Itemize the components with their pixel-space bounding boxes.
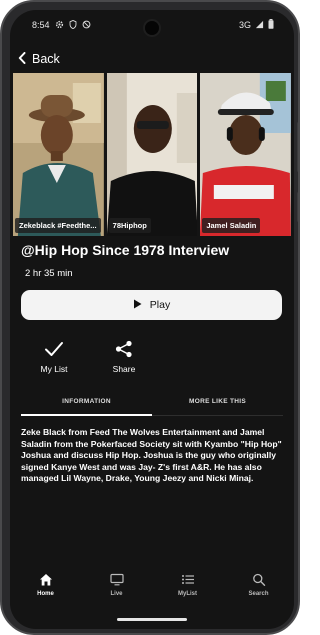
- my-list-label: My List: [40, 364, 68, 374]
- tv-icon: [109, 573, 124, 588]
- guest-portrait-image: [200, 73, 292, 236]
- checkmark-icon: [44, 340, 64, 360]
- nav-search[interactable]: Search: [234, 573, 284, 597]
- hero-video[interactable]: Zekeblack #Feedthe... 78Hiphop Jamel Sal…: [13, 73, 292, 236]
- guest-portrait-image: [13, 73, 104, 236]
- shield-icon: [69, 19, 77, 31]
- screen: 8:54 3G Back Zekeblack #Feedthe... 78Hip…: [10, 10, 294, 629]
- battery-icon: [268, 19, 274, 31]
- host-portrait-image: [106, 73, 198, 236]
- network-type: 3G: [238, 20, 251, 30]
- volume-button: [297, 122, 298, 172]
- my-list-button[interactable]: My List: [34, 340, 74, 374]
- show-title: @Hip Hop Since 1978 Interview: [21, 242, 230, 258]
- block-icon: [82, 20, 91, 31]
- back-label: Back: [32, 52, 60, 66]
- back-button[interactable]: Back: [18, 51, 60, 67]
- chevron-left-icon: [18, 51, 26, 67]
- front-camera: [143, 19, 161, 37]
- show-description: Zeke Black from Feed The Wolves Entertai…: [21, 427, 282, 484]
- bottom-nav: Home Live MyList Search: [10, 565, 294, 605]
- phone-frame: 8:54 3G Back Zekeblack #Feedthe... 78Hip…: [0, 0, 300, 635]
- hero-panel-jamel: Jamel Saladin: [200, 73, 292, 236]
- nav-home-label: Home: [37, 591, 54, 597]
- top-bar: Back: [10, 46, 294, 72]
- tab-more-like-this[interactable]: MORE LIKE THIS: [152, 388, 283, 415]
- hero-panel-78hiphop: 78Hiphop: [106, 73, 198, 236]
- panel-label: 78Hiphop: [108, 218, 151, 233]
- share-button[interactable]: Share: [104, 340, 144, 374]
- signal-icon: [255, 20, 264, 31]
- play-button[interactable]: Play: [21, 290, 282, 320]
- play-label: Play: [149, 299, 171, 311]
- gear-icon: [55, 20, 64, 31]
- play-icon: [133, 299, 142, 312]
- status-time: 8:54: [32, 20, 50, 30]
- list-icon: [181, 573, 195, 588]
- share-icon: [114, 340, 134, 360]
- home-indicator[interactable]: [117, 618, 187, 621]
- show-duration: 2 hr 35 min: [25, 268, 73, 279]
- home-icon: [39, 573, 53, 588]
- panel-label: Jamel Saladin: [202, 218, 261, 233]
- action-row: My List Share: [34, 340, 144, 374]
- nav-live[interactable]: Live: [92, 573, 142, 597]
- nav-search-label: Search: [248, 591, 269, 597]
- share-label: Share: [112, 364, 136, 374]
- hero-panel-zekeblack: Zekeblack #Feedthe...: [13, 73, 104, 236]
- detail-tabs: INFORMATION MORE LIKE THIS: [21, 388, 283, 416]
- search-icon: [252, 573, 266, 588]
- nav-mylist[interactable]: MyList: [163, 573, 213, 597]
- tab-information[interactable]: INFORMATION: [21, 388, 152, 416]
- power-button: [297, 192, 298, 222]
- panel-label: Zekeblack #Feedthe...: [15, 218, 101, 233]
- nav-mylist-label: MyList: [177, 591, 197, 597]
- nav-live-label: Live: [110, 591, 123, 597]
- nav-home[interactable]: Home: [21, 573, 71, 597]
